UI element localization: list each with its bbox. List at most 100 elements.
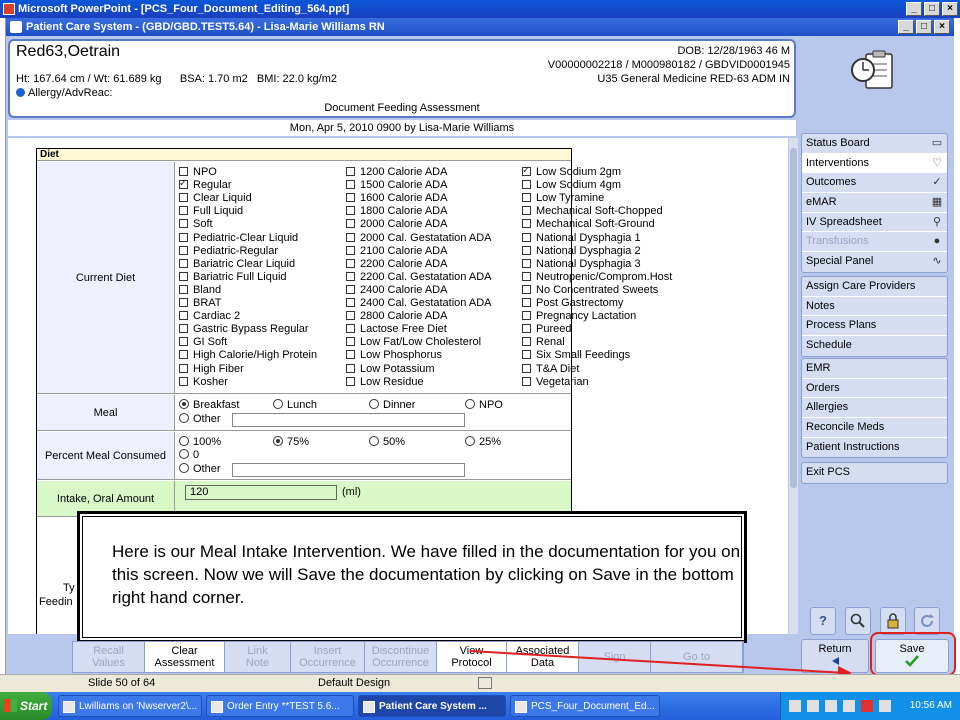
diet-checkbox[interactable] [522,376,531,386]
close-button[interactable]: × [942,2,958,16]
diet-option[interactable]: National Dysphagia 2 [522,245,641,258]
diet-checkbox[interactable] [346,350,355,360]
diet-checkbox[interactable] [179,206,188,216]
diet-checkbox[interactable] [522,350,531,360]
diet-option[interactable]: Bland [179,284,221,297]
diet-checkbox[interactable] [179,363,188,373]
nav-item-status-board[interactable]: Status Board ▭ [802,134,947,154]
diet-option[interactable]: 2000 Calorie ADA [346,218,447,231]
diet-checkbox[interactable] [346,258,355,268]
diet-option[interactable]: 2100 Calorie ADA [346,245,447,258]
refresh-button[interactable] [914,607,940,635]
nav-item-orders[interactable]: Orders [802,379,947,399]
diet-checkbox[interactable] [179,258,188,268]
app-close-button[interactable]: × [934,20,950,34]
app-maximize-button[interactable]: □ [916,20,932,34]
diet-checkbox[interactable] [522,271,531,281]
diet-option[interactable]: Low Tyramine [522,192,604,205]
diet-option[interactable]: Mechanical Soft-Chopped [522,205,663,218]
diet-option[interactable]: National Dysphagia 1 [522,232,641,245]
diet-checkbox[interactable] [346,376,355,386]
form-scrollbar[interactable] [789,138,798,634]
diet-checkbox[interactable] [346,363,355,373]
diet-option[interactable]: 1600 Calorie ADA [346,192,447,205]
diet-option[interactable]: Low Residue [346,376,424,389]
meal-option-radio[interactable] [369,399,379,409]
view-protocol-button[interactable]: View Protocol [437,642,507,672]
diet-option[interactable]: Low Phosphorus [346,349,442,362]
percent-option-radio[interactable] [273,436,283,446]
diet-checkbox[interactable] [346,298,355,307]
diet-option[interactable]: 1800 Calorie ADA [346,205,447,218]
percent-option-radio[interactable] [179,463,189,473]
allergy-row[interactable]: Allergy/AdvReac: [16,87,112,99]
percent-option-radio[interactable] [465,436,475,446]
diet-option[interactable]: Renal [522,336,565,349]
diet-option[interactable]: Clear Liquid [179,192,252,205]
meal-option[interactable]: Dinner [369,399,415,412]
diet-checkbox[interactable] [522,363,531,373]
diet-option[interactable]: High Fiber [179,363,244,376]
diet-checkbox[interactable] [179,232,188,242]
diet-option[interactable]: No Concentrated Sweets [522,284,658,297]
percent-option[interactable]: 25% [465,436,501,449]
diet-checkbox[interactable] [346,167,355,176]
diet-checkbox[interactable] [179,177,188,190]
diet-option[interactable]: Gastric Bypass Regular [179,323,309,336]
diet-option[interactable]: Regular [179,177,232,192]
diet-checkbox[interactable] [179,271,188,281]
diet-option[interactable]: Low Fat/Low Cholesterol [346,336,481,349]
meal-option-radio[interactable] [465,399,475,409]
diet-option[interactable]: Pediatric-Regular [179,245,278,258]
percent-option-other[interactable]: Other [179,463,221,476]
taskbar-task[interactable]: Patient Care System ... [358,695,506,717]
diet-option[interactable]: T&A Diet [522,363,579,376]
diet-checkbox[interactable] [522,337,531,347]
percent-option-radio[interactable] [179,449,189,459]
diet-option[interactable]: Six Small Feedings [522,349,630,362]
diet-option[interactable]: 2200 Cal. Gestatation ADA [346,271,491,284]
diet-checkbox[interactable] [522,180,531,190]
return-button[interactable]: Return [801,639,869,673]
diet-checkbox[interactable] [522,164,531,177]
diet-option[interactable]: 2200 Calorie ADA [346,258,447,271]
help-button[interactable]: ? [810,607,836,635]
percent-option[interactable]: 50% [369,436,405,449]
diet-checkbox[interactable] [179,376,188,386]
percent-option-radio[interactable] [369,436,379,446]
diet-checkbox[interactable] [179,193,188,203]
meal-option-radio[interactable] [179,413,189,423]
nav-item-special-panel[interactable]: Special Panel ∿ [802,252,947,272]
minimize-button[interactable]: _ [906,2,922,16]
diet-checkbox[interactable] [346,219,355,229]
diet-option[interactable]: High Calorie/High Protein [179,349,317,362]
meal-other-input[interactable] [232,413,465,427]
meal-option-radio[interactable] [273,399,283,409]
nav-item-patient-instructions[interactable]: Patient Instructions [802,438,947,458]
nav-item-iv-spreadsheet[interactable]: IV Spreadsheet ⚲ [802,213,947,233]
diet-checkbox[interactable] [346,193,355,203]
percent-option-0[interactable]: 0 [179,449,199,462]
diet-option[interactable]: Pregnancy Lactation [522,310,636,323]
diet-option[interactable]: BRAT [179,297,222,310]
nav-item-allergies[interactable]: Allergies [802,398,947,419]
diet-checkbox[interactable] [346,311,355,321]
nav-item-schedule[interactable]: Schedule [802,336,947,356]
diet-checkbox[interactable] [522,284,531,294]
diet-checkbox[interactable] [522,206,531,216]
nav-item-emr[interactable]: EMR [802,359,947,379]
meal-option[interactable]: Lunch [273,399,317,412]
diet-option[interactable]: Kosher [179,376,228,389]
intake-amount-input[interactable]: 120 [185,485,337,500]
taskbar-task[interactable]: Lwilliams on 'Nwserver2\... [58,695,202,717]
diet-option[interactable]: Post Gastrectomy [522,297,623,310]
diet-checkbox[interactable] [522,311,531,321]
nav-item-outcomes[interactable]: Outcomes ✓ [802,173,947,194]
diet-option[interactable]: Low Sodium 2gm [522,164,621,179]
nav-item-assign-care-providers[interactable]: Assign Care Providers [802,277,947,297]
diet-option[interactable]: 2400 Calorie ADA [346,284,447,297]
diet-checkbox[interactable] [522,298,531,307]
associated-data-button[interactable]: Associated Data [507,642,579,672]
diet-option[interactable]: Pureed [522,323,571,336]
scrollbar-thumb[interactable] [790,148,797,488]
